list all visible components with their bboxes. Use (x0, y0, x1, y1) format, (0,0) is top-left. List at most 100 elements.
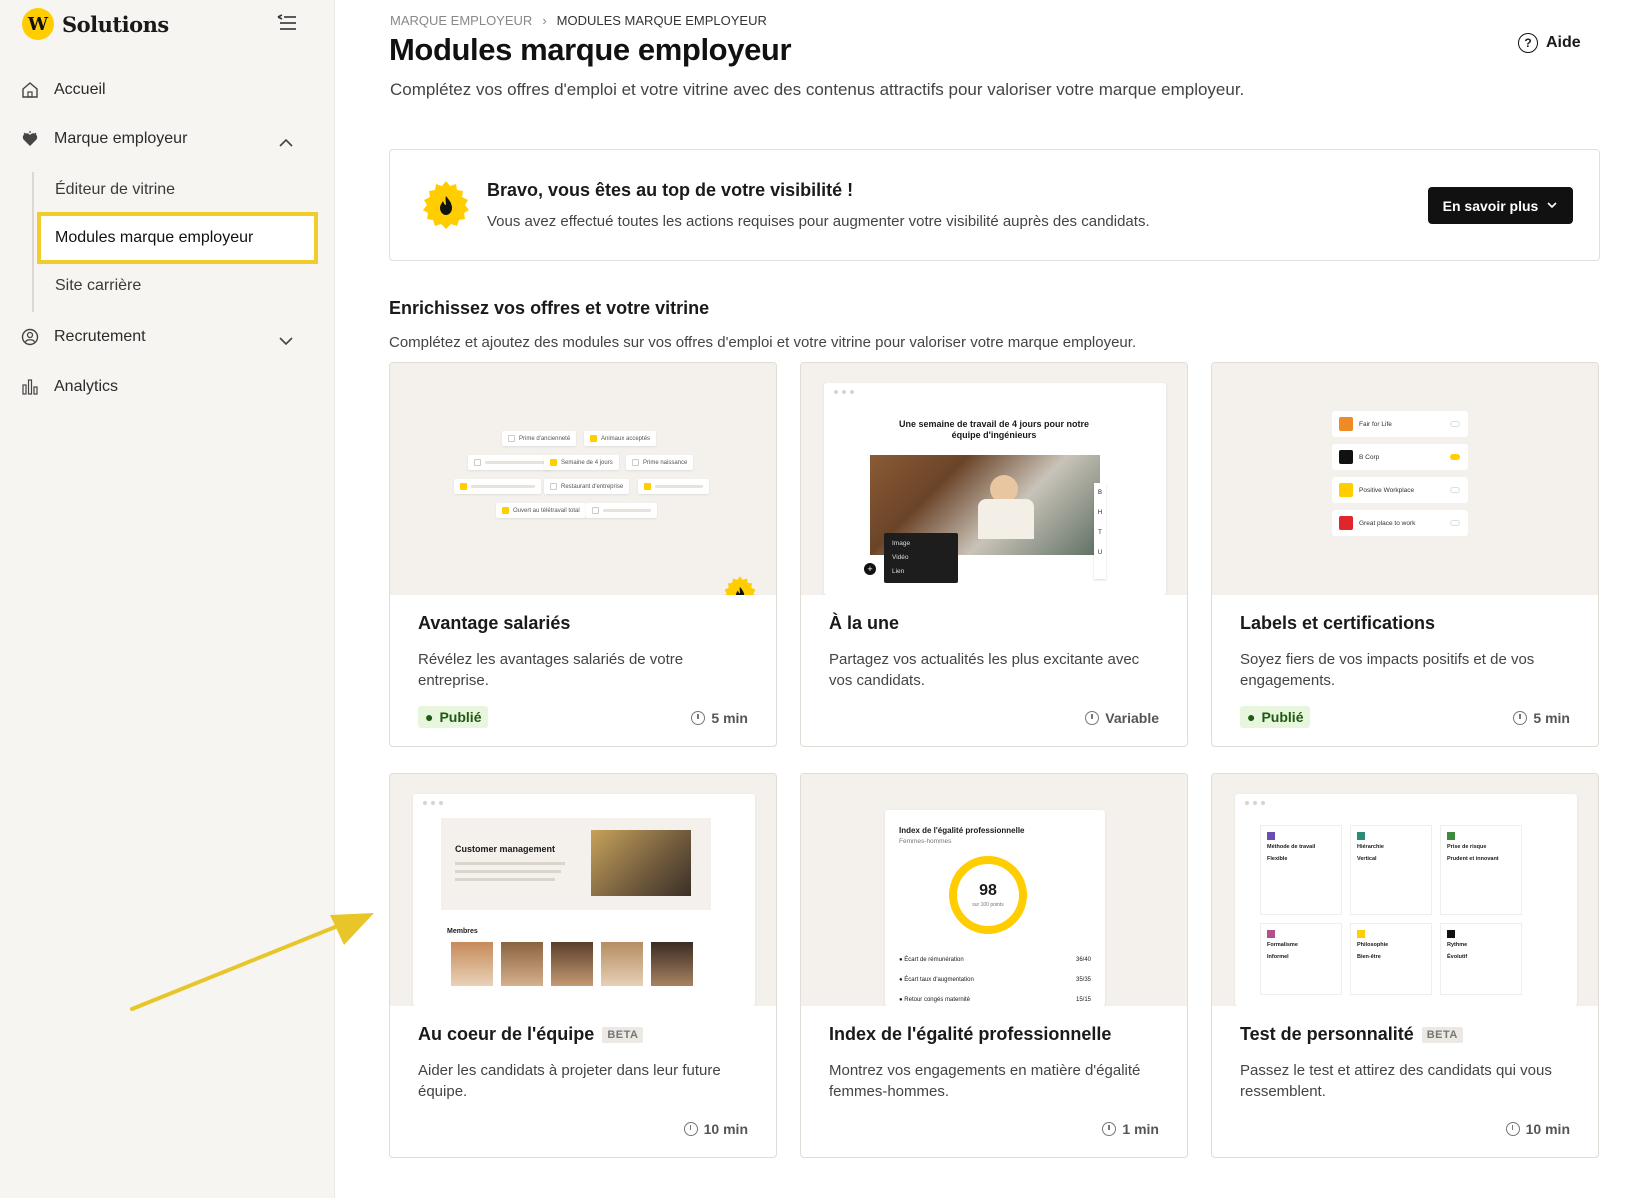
preview-title: Une semaine de travail de 4 jours pour n… (898, 419, 1090, 440)
label-row: Positive Workplace (1332, 477, 1468, 503)
subnav-divider (32, 172, 34, 312)
module-card-a-la-une[interactable]: Une semaine de travail de 4 jours pour n… (800, 362, 1188, 747)
module-card-index-egalite[interactable]: Index de l'égalité professionnelle Femme… (800, 773, 1188, 1158)
section-subtitle: Complétez et ajoutez des modules sur vos… (389, 334, 1137, 351)
perk-chip: Prime naissance (626, 455, 694, 470)
clock-icon (1102, 1122, 1117, 1136)
perk-chip: Ouvert au télétravail total (496, 503, 586, 518)
card-duration: 5 min (691, 710, 748, 726)
card-title: Avantage salariés (418, 613, 571, 633)
personality-preview: Méthode de travail Flexible Hiérarchie Ver… (1235, 794, 1577, 1006)
banner-text: Vous avez effectué toutes les actions re… (487, 213, 1150, 230)
chevron-up-icon[interactable] (277, 134, 295, 152)
sidebar-item-marque-employeur[interactable]: Marque employeur (20, 129, 187, 149)
analytics-icon (20, 377, 40, 397)
sidebar-subitem-editeur-vitrine[interactable]: Éditeur de vitrine (55, 181, 175, 199)
card-thumbnail: Une semaine de travail de 4 jours pour n… (801, 363, 1187, 595)
module-card-personnalite[interactable]: Méthode de travail Flexible Hiérarchie Ver… (1211, 773, 1599, 1158)
card-description: Passez le test et attirez des candidats … (1240, 1062, 1552, 1100)
perk-chip: Animaux acceptés (584, 431, 657, 446)
card-description: Aider les candidats à projeter dans leur… (418, 1062, 721, 1100)
card-thumbnail: Customer management Membres (390, 774, 776, 1006)
card-thumbnail: Méthode de travail Flexible Hiérarchie Ver… (1212, 774, 1598, 1006)
card-title: À la une (829, 613, 900, 633)
page-title: Modules marque employeur (389, 32, 792, 67)
insert-menu: Image Vidéo Lien (884, 533, 958, 583)
card-duration: 10 min (683, 1121, 748, 1137)
personality-grid: Méthode de travail Flexible Hiérarchie Ver… (1261, 826, 1521, 994)
chevron-right-icon: › (542, 13, 547, 28)
home-icon (20, 80, 40, 100)
clock-icon (1513, 711, 1528, 725)
card-duration: 1 min (1102, 1121, 1159, 1137)
annotation-arrow-icon (130, 913, 374, 1011)
sidebar-item-analytics[interactable]: Analytics (20, 377, 118, 397)
heart-icon (20, 129, 40, 149)
card-thumbnail: Prime d'ancienneté Animaux acceptés Sema… (390, 363, 776, 595)
index-preview: Index de l'égalité professionnelle Femme… (885, 810, 1105, 1006)
card-duration: 10 min (1505, 1121, 1570, 1137)
module-card-avantages[interactable]: Prime d'ancienneté Animaux acceptés Sema… (389, 362, 777, 747)
person-search-icon (20, 327, 40, 347)
beta-badge: BETA (1421, 1026, 1463, 1043)
perk-chip (638, 479, 709, 494)
member-photos (451, 942, 693, 986)
page-subtitle: Complétez vos offres d'emploi et votre v… (390, 80, 1245, 99)
learn-more-button[interactable]: En savoir plus (1428, 187, 1573, 224)
card-duration: 5 min (1513, 710, 1570, 726)
help-button[interactable]: ? Aide (1518, 33, 1581, 53)
eye-icon: ● (425, 709, 434, 725)
chevron-down-icon (1546, 198, 1558, 214)
help-icon: ? (1518, 33, 1538, 53)
banner-title: Bravo, vous êtes au top de votre visibil… (487, 180, 854, 200)
sidebar-subitem-label: Modules marque employeur (55, 229, 254, 246)
brand-name: Solutions (62, 11, 169, 37)
flame-badge-icon (724, 576, 756, 595)
published-badge: ● Publié (418, 706, 489, 728)
chevron-down-icon[interactable] (277, 332, 295, 350)
score-value: 98 (979, 882, 997, 899)
breadcrumb: MARQUE EMPLOYEUR › MODULES MARQUE EMPLOY… (390, 13, 767, 28)
clock-icon (691, 711, 706, 725)
card-title: Au coeur de l'équipe BETA (418, 1024, 644, 1045)
help-label: Aide (1546, 34, 1581, 51)
module-card-labels[interactable]: Fair for Life B Corp Positive Workplace … (1211, 362, 1599, 747)
sidebar-subitem-modules-marque-employeur[interactable]: Modules marque employeur (37, 212, 318, 264)
visibility-banner: Bravo, vous êtes au top de votre visibil… (389, 149, 1600, 261)
label-row: Great place to work (1332, 510, 1468, 536)
card-duration: Variable (1085, 710, 1159, 726)
perk-chip (468, 455, 551, 470)
section-title: Enrichissez vos offres et votre vitrine (389, 298, 710, 318)
clock-icon (1085, 711, 1100, 725)
published-badge: ● Publié (1240, 706, 1311, 728)
breadcrumb-current: MODULES MARQUE EMPLOYEUR (556, 13, 767, 28)
format-toolbar: BHTU (1094, 483, 1106, 579)
add-icon: + (864, 563, 876, 575)
sidebar-item-label: Analytics (54, 378, 119, 395)
label-row: Fair for Life (1332, 411, 1468, 437)
sidebar-item-recrutement[interactable]: Recrutement (20, 327, 146, 347)
card-title: Test de personnalité BETA (1240, 1024, 1463, 1045)
card-title: Index de l'égalité professionnelle (829, 1024, 1112, 1044)
sidebar: W Solutions Accueil Marque employeur Édi… (0, 0, 335, 1198)
sidebar-item-label: Recrutement (54, 328, 146, 345)
sidebar-subitem-site-carriere[interactable]: Site carrière (55, 277, 141, 295)
team-header: Customer management (441, 818, 711, 910)
breadcrumb-link[interactable]: MARQUE EMPLOYEUR (390, 13, 532, 28)
card-title: Labels et certifications (1240, 613, 1436, 633)
collapse-sidebar-icon[interactable] (272, 10, 300, 38)
card-description: Montrez vos engagements en matière d'éga… (829, 1062, 1141, 1100)
card-description: Partagez vos actualités les plus excitan… (829, 651, 1140, 689)
card-thumbnail: Index de l'égalité professionnelle Femme… (801, 774, 1187, 1006)
perk-chip (586, 503, 657, 518)
module-card-equipe[interactable]: Customer management Membres Au coeur de … (389, 773, 777, 1158)
editor-preview: Une semaine de travail de 4 jours pour n… (824, 383, 1166, 595)
card-thumbnail: Fair for Life B Corp Positive Workplace … (1212, 363, 1598, 595)
sidebar-item-accueil[interactable]: Accueil (20, 80, 106, 100)
learn-more-label: En savoir plus (1442, 197, 1539, 214)
perk-chip: Semaine de 4 jours (544, 455, 619, 470)
perk-chip (454, 479, 541, 494)
brand-logo[interactable]: W Solutions (22, 8, 169, 40)
beta-badge: BETA (602, 1026, 644, 1043)
card-description: Révélez les avantages salariés de votre … (418, 651, 684, 689)
